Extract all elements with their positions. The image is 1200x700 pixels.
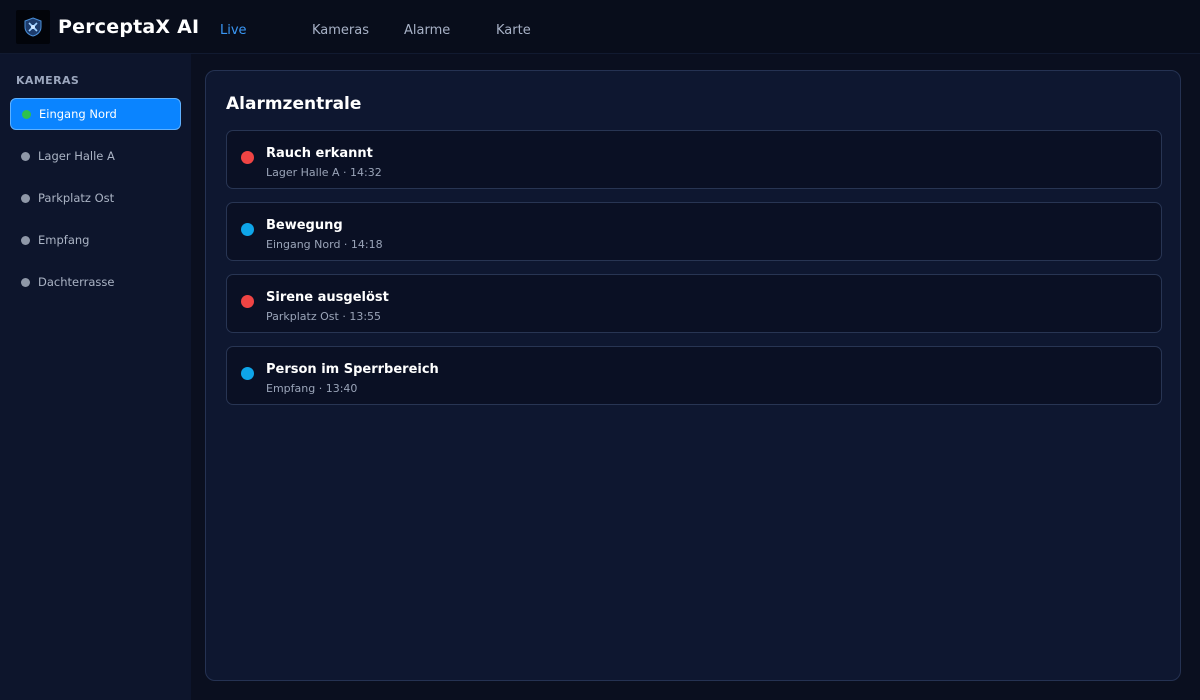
alarm-title: Sirene ausgelöst [266, 290, 389, 305]
panel-title: Alarmzentrale [226, 94, 362, 114]
alarm-meta: Eingang Nord · 14:18 [266, 238, 383, 251]
status-dot-icon [22, 109, 31, 119]
alarm-meta: Parkplatz Ost · 13:55 [266, 310, 382, 323]
camera-label: Lager Halle A [38, 149, 115, 163]
camera-item-lager-halle-a[interactable]: Lager Halle A [10, 140, 181, 172]
alarm-status-dot-icon [241, 223, 254, 236]
camera-item-dachterrasse[interactable]: Dachterrasse [10, 266, 181, 298]
nav-karte[interactable]: Karte [496, 23, 531, 38]
alarm-title: Rauch erkannt [266, 146, 373, 161]
camera-label: Empfang [38, 233, 90, 247]
camera-label: Parkplatz Ost [38, 191, 115, 205]
alarm-status-dot-icon [241, 367, 254, 380]
status-dot-icon [21, 277, 30, 287]
alarm-card[interactable]: Sirene ausgelöst Parkplatz Ost · 13:55 [226, 274, 1162, 333]
camera-item-eingang-nord[interactable]: Eingang Nord [10, 98, 181, 130]
camera-label: Dachterrasse [38, 275, 115, 289]
alarm-status-dot-icon [241, 151, 254, 164]
sidebar-heading: KAMERAS [16, 74, 80, 87]
camera-label: Eingang Nord [39, 107, 117, 121]
nav-kameras[interactable]: Kameras [312, 23, 369, 38]
brand-name: PerceptaX AI [58, 16, 200, 38]
status-dot-icon [21, 151, 30, 161]
shield-logo-icon[interactable] [16, 10, 50, 44]
status-dot-icon [21, 235, 30, 245]
alarm-title: Person im Sperrbereich [266, 362, 439, 377]
camera-sidebar: KAMERAS Eingang Nord Lager Halle A Parkp… [0, 54, 191, 700]
camera-item-empfang[interactable]: Empfang [10, 224, 181, 256]
nav-alarme[interactable]: Alarme [404, 23, 450, 38]
nav-live[interactable]: Live [220, 23, 247, 38]
alarm-meta: Empfang · 13:40 [266, 382, 358, 395]
app-root: PerceptaX AI Live Kameras Alarme Karte K… [0, 0, 1200, 700]
alarm-card[interactable]: Person im Sperrbereich Empfang · 13:40 [226, 346, 1162, 405]
alarm-status-dot-icon [241, 295, 254, 308]
alarm-meta: Lager Halle A · 14:32 [266, 166, 382, 179]
alarm-center-panel: Alarmzentrale Rauch erkannt Lager Halle … [205, 70, 1181, 681]
camera-item-parkplatz-ost[interactable]: Parkplatz Ost [10, 182, 181, 214]
alarm-title: Bewegung [266, 218, 343, 233]
alarm-card[interactable]: Rauch erkannt Lager Halle A · 14:32 [226, 130, 1162, 189]
status-dot-icon [21, 193, 30, 203]
alarm-card[interactable]: Bewegung Eingang Nord · 14:18 [226, 202, 1162, 261]
top-bar: PerceptaX AI Live Kameras Alarme Karte [0, 0, 1200, 54]
